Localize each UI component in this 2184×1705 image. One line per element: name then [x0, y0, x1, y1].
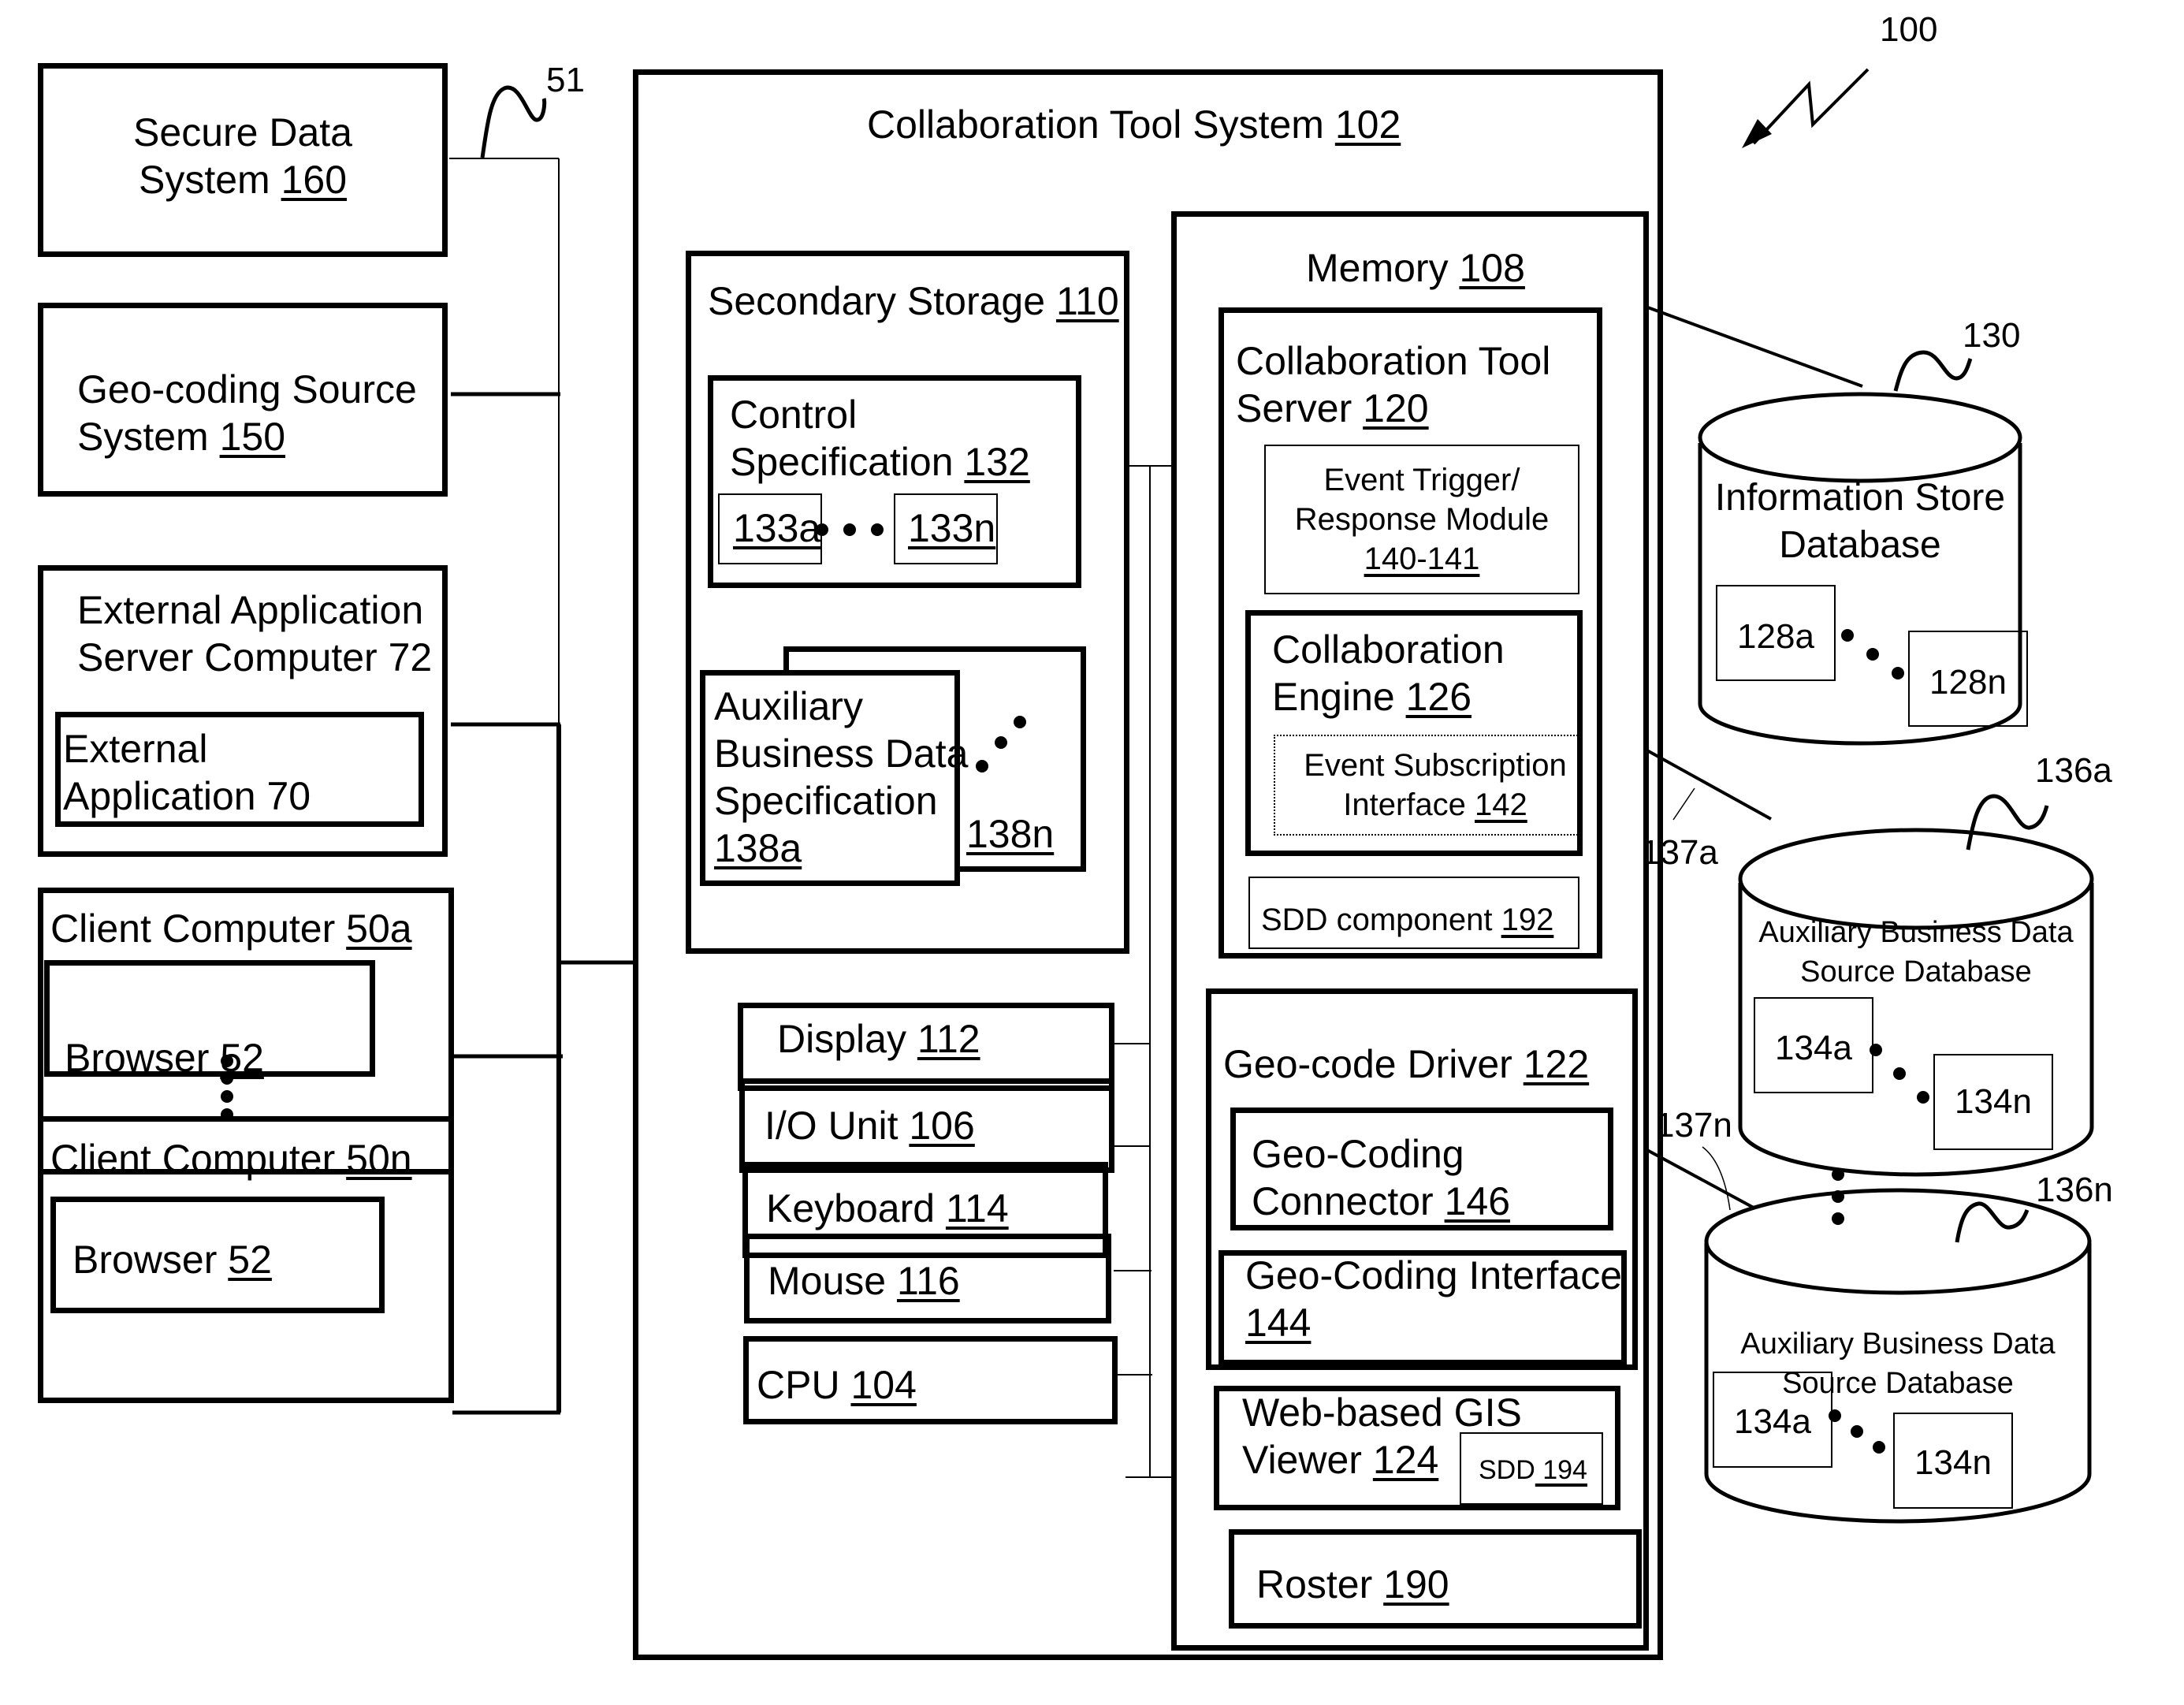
- control-specification-label: Control Specification 132: [730, 393, 1030, 484]
- link-info-store: [1645, 305, 1863, 388]
- collaboration-tool-system-title: Collaboration Tool System 102: [867, 102, 1401, 147]
- aux-db-n-ref: 136n: [2036, 1171, 2113, 1209]
- client-computer-n-label: Client Computer 50n: [50, 1137, 412, 1181]
- ellipsis-dot: [221, 1055, 233, 1067]
- info-store-ref: 130: [1963, 316, 2021, 355]
- network-ref: 51: [546, 61, 585, 99]
- geo-code-driver-title: Geo-code Driver 122: [1223, 1042, 1590, 1086]
- control-item-n-label: 133n: [908, 506, 996, 550]
- info-store-item-n-label: 128n: [1929, 663, 2007, 702]
- ellipsis-dot: [843, 523, 856, 536]
- aux-spec-n-label: 138n: [966, 812, 1055, 856]
- ellipsis-dot: [1866, 648, 1879, 661]
- mouse-label: Mouse 116: [768, 1259, 960, 1303]
- collaboration-engine-label: Collaboration Engine 126: [1272, 627, 1505, 719]
- ellipsis-dot: [221, 1072, 233, 1085]
- leader-137n: [1702, 1146, 1731, 1211]
- browser-a-label: Browser 52: [65, 1036, 264, 1080]
- ellipsis-dot: [1873, 1441, 1885, 1454]
- ref-100-arrow: [1752, 68, 1870, 145]
- aux-db-a-ref: 136a: [2035, 751, 2112, 790]
- ellipsis-dot: [976, 760, 988, 772]
- aux-db-n-item-n-label: 134n: [1914, 1443, 1992, 1482]
- aux-db-a-label: Auxiliary Business Data Source Database: [1758, 916, 2074, 988]
- memory-title: Memory 108: [1306, 246, 1525, 290]
- ref-100-arrowhead: [1742, 119, 1772, 148]
- ellipsis-dot: [1892, 667, 1904, 679]
- aux-db-n-item-a-label: 134a: [1734, 1402, 1811, 1441]
- leader-137a: [1672, 787, 1695, 821]
- secure-data-system-label: Secure Data System 160: [133, 110, 352, 202]
- ellipsis-dot: [1832, 1212, 1844, 1225]
- aux-db-a-item-n-label: 134n: [1955, 1082, 2032, 1121]
- event-trigger-label: Event Trigger/ Response Module 140-141: [1294, 463, 1550, 576]
- link-137n-label: 137n: [1655, 1106, 1732, 1145]
- system-diagram: 100 51 Secure Data System 160 Geo-coding…: [0, 0, 2184, 1705]
- ellipsis-dot: [1014, 716, 1026, 728]
- geo-coding-interface-label: Geo-Coding Interface 144: [1245, 1253, 1623, 1345]
- aux-spec-a-label: Auxiliary Business Data Specification 13…: [714, 684, 969, 870]
- display-label: Display 112: [777, 1017, 980, 1061]
- figure-ref: 100: [1880, 10, 1938, 49]
- secondary-storage-title: Secondary Storage 110: [708, 279, 1119, 323]
- ellipsis-dot: [1870, 1044, 1882, 1056]
- external-application-label: External Application 70: [63, 727, 311, 818]
- ellipsis-dot: [1851, 1425, 1863, 1438]
- ellipsis-dot: [1841, 629, 1854, 642]
- ellipsis-dot: [221, 1090, 233, 1103]
- io-unit-label: I/O Unit 106: [765, 1104, 975, 1148]
- ellipsis-dot: [1893, 1067, 1906, 1080]
- info-store-squiggle: [1893, 350, 1973, 392]
- info-store-label: Information Store Database: [1714, 477, 2006, 566]
- geo-coding-source-label: Geo-coding Source System 150: [77, 367, 417, 459]
- collaboration-tool-server-label: Collaboration Tool Server 120: [1236, 339, 1551, 430]
- event-subscription-label: Event Subscription Interface 142: [1304, 748, 1567, 822]
- client-computer-a-label: Client Computer 50a: [50, 906, 412, 951]
- browser-n-label: Browser 52: [73, 1238, 272, 1282]
- link-aux-a: [1645, 748, 1772, 821]
- ellipsis-dot: [1832, 1168, 1844, 1181]
- keyboard-label: Keyboard 114: [766, 1186, 1009, 1230]
- info-store-item-a-label: 128a: [1737, 617, 1814, 656]
- ellipsis-dot: [1829, 1409, 1841, 1422]
- ellipsis-dot: [1917, 1091, 1929, 1104]
- roster-label: Roster 190: [1256, 1562, 1449, 1606]
- link-137a-label: 137a: [1641, 833, 1718, 872]
- external-app-server-label: External Application Server Computer 72: [77, 588, 433, 679]
- network-squiggle: [480, 85, 547, 158]
- aux-db-a-item-a-label: 134a: [1775, 1029, 1852, 1067]
- cpu-label: CPU 104: [757, 1363, 917, 1407]
- ellipsis-dot: [816, 523, 828, 536]
- sdd-194-label: SDD 194: [1479, 1455, 1587, 1485]
- ellipsis-dot: [871, 523, 884, 536]
- control-item-a-label: 133a: [733, 506, 821, 550]
- ellipsis-dot: [1832, 1190, 1844, 1203]
- sdd-component-label: SDD component 192: [1261, 903, 1554, 937]
- geo-coding-connector-label: Geo-Coding Connector 146: [1252, 1132, 1511, 1223]
- ellipsis-dot: [995, 736, 1007, 749]
